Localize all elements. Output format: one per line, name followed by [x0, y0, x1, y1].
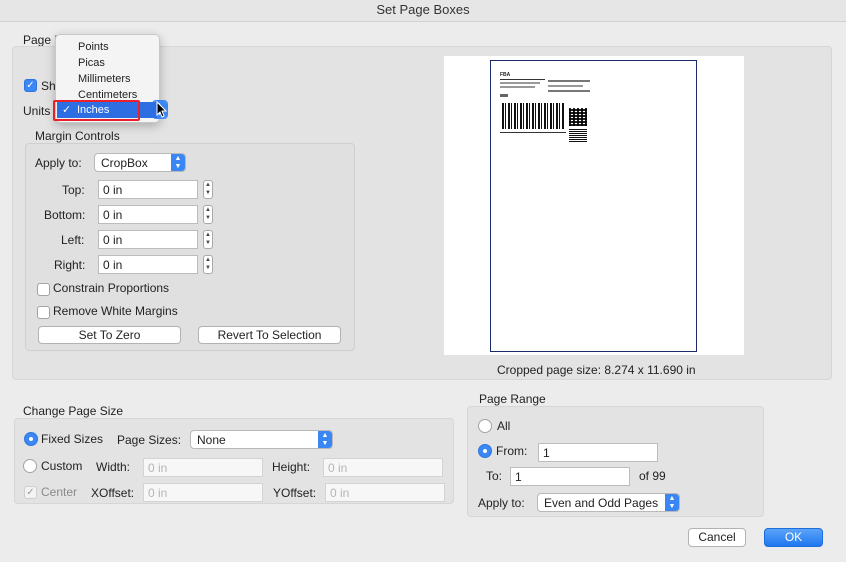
label-line [548, 90, 590, 92]
mouse-cursor-icon [156, 101, 168, 118]
label-line [500, 132, 566, 133]
apply-to-label: Apply to: [35, 156, 82, 170]
from-input[interactable]: 1 [538, 443, 658, 462]
page-count-text: of 99 [639, 469, 666, 483]
constrain-proportions-checkbox[interactable] [37, 283, 50, 296]
width-input[interactable]: 0 in [143, 458, 263, 477]
label-line [500, 86, 535, 88]
height-label: Height: [272, 460, 311, 474]
show-checkbox[interactable]: ✓ [24, 79, 37, 92]
top-stepper[interactable]: ▲ ▼ [203, 180, 213, 199]
all-label: All [497, 419, 511, 433]
top-input[interactable]: 0 in [98, 180, 198, 199]
page-sizes-value: None [197, 433, 226, 447]
margin-controls-heading: Margin Controls [35, 129, 120, 143]
label-line [500, 79, 545, 80]
all-radio[interactable] [478, 419, 492, 433]
from-radio[interactable] [478, 444, 492, 458]
left-label: Left: [61, 233, 85, 247]
to-label: To: [486, 469, 503, 483]
window-title: Set Page Boxes [0, 0, 846, 22]
right-stepper[interactable]: ▲ ▼ [203, 255, 213, 274]
custom-label: Custom [41, 459, 83, 473]
label-header-text: FBA [500, 72, 511, 78]
custom-radio[interactable] [23, 459, 37, 473]
xoffset-input[interactable]: 0 in [143, 483, 263, 502]
bottom-stepper[interactable]: ▲ ▼ [203, 205, 213, 224]
label-line [500, 94, 508, 97]
apply-to-popup[interactable]: CropBox ▲ ▼ [94, 153, 186, 172]
chevron-up-down-icon: ▲▼ [665, 494, 679, 511]
page-preview: FBA [444, 56, 744, 355]
change-page-size-heading: Change Page Size [23, 404, 124, 418]
fixed-sizes-label: Fixed Sizes [41, 432, 104, 446]
fixed-sizes-radio[interactable] [24, 432, 38, 446]
center-label: Center [41, 485, 78, 499]
units-option-picas[interactable]: Picas [56, 55, 159, 71]
yoffset-label: YOffset: [273, 486, 317, 500]
top-label: Top: [62, 183, 85, 197]
revert-to-selection-button[interactable]: Revert To Selection [198, 326, 341, 344]
left-input[interactable]: 0 in [98, 230, 198, 249]
right-label: Right: [54, 258, 86, 272]
constrain-proportions-label: Constrain Proportions [53, 281, 170, 295]
qr-code-icon [569, 108, 587, 126]
right-input[interactable]: 0 in [98, 255, 198, 274]
remove-white-margins-label: Remove White Margins [53, 304, 178, 318]
bottom-label: Bottom: [44, 208, 86, 222]
height-input[interactable]: 0 in [323, 458, 443, 477]
page-range-apply-to-label: Apply to: [478, 496, 525, 510]
yoffset-input[interactable]: 0 in [325, 483, 445, 502]
cancel-button[interactable]: Cancel [688, 528, 746, 547]
page-range-heading: Page Range [479, 392, 546, 406]
apply-to-value: CropBox [101, 156, 148, 170]
barcode-icon [569, 128, 587, 142]
label-line [500, 82, 540, 84]
remove-white-margins-checkbox[interactable] [37, 306, 50, 319]
page-range-apply-to-popup[interactable]: Even and Odd Pages ▲ ▼ [537, 493, 680, 512]
units-option-points[interactable]: Points [56, 39, 159, 55]
chevron-up-down-icon: ▲▼ [318, 431, 332, 448]
cropped-page-size-text: Cropped page size: 8.274 x 11.690 in [497, 363, 696, 377]
page-sizes-label: Page Sizes: [117, 433, 182, 447]
units-label: Units [23, 104, 51, 118]
barcode-icon [502, 103, 564, 129]
label-line [548, 80, 590, 82]
ok-button[interactable]: OK [764, 528, 823, 547]
label-line [548, 85, 583, 87]
chevron-up-down-icon: ▲▼ [171, 154, 185, 171]
xoffset-label: XOffset: [91, 486, 135, 500]
from-label: From: [496, 444, 528, 458]
bottom-input[interactable]: 0 in [98, 205, 198, 224]
page-range-apply-to-value: Even and Odd Pages [544, 496, 659, 510]
to-input[interactable]: 1 [510, 467, 630, 486]
center-checkbox[interactable]: ✓ [24, 486, 37, 499]
width-label: Width: [96, 460, 131, 474]
page-sizes-popup[interactable]: None ▲ ▼ [190, 430, 333, 449]
left-stepper[interactable]: ▲ ▼ [203, 230, 213, 249]
units-option-millimeters[interactable]: Millimeters [56, 71, 159, 87]
shipping-label-thumbnail: FBA [500, 72, 600, 142]
highlight-box [53, 100, 140, 121]
set-to-zero-button[interactable]: Set To Zero [38, 326, 181, 344]
